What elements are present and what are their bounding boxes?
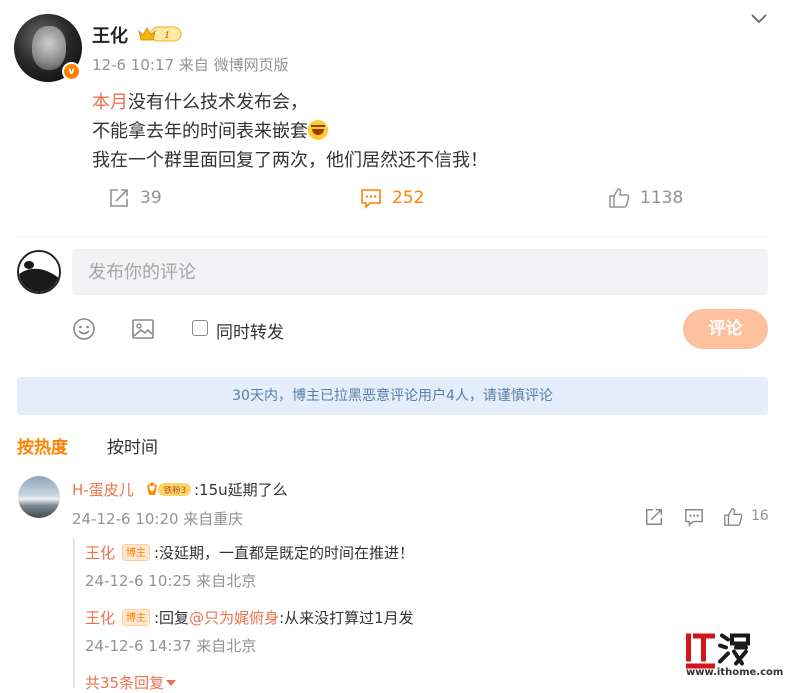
post-highlight[interactable]: 本月 xyxy=(92,92,128,113)
repost-icon xyxy=(110,189,128,207)
svg-text:铁粉3: 铁粉3 xyxy=(164,485,186,496)
current-user-avatar[interactable] xyxy=(17,250,61,294)
repost-checkbox-label[interactable]: 同时转发 xyxy=(216,318,284,343)
comment-button[interactable]: 252 xyxy=(360,186,424,210)
chevron-down-icon[interactable] xyxy=(750,12,768,26)
like-count: 1138 xyxy=(640,188,684,208)
post-meta: 12-6 10:17 来自 微博网页版 xyxy=(92,56,289,74)
comment-input[interactable] xyxy=(72,249,768,295)
reply-meta: 24-12-6 10:25 来自北京 xyxy=(85,572,257,590)
reply-thread-line xyxy=(73,538,75,688)
host-badge: 博主 xyxy=(122,609,150,626)
reply-text: :回复@只为娓俯身:从来没打算过1月发 xyxy=(154,607,414,628)
comment-meta: 24-12-6 10:20 来自重庆 xyxy=(72,510,244,528)
fan-badge-icon[interactable]: 铁粉3 xyxy=(146,480,192,498)
reply-text: :没延期，一直都是既定的时间在推进！ xyxy=(154,544,415,562)
caret-down-icon xyxy=(166,680,177,686)
tab-sort-hot[interactable]: 按热度 xyxy=(17,433,68,458)
reply-meta: 24-12-6 14:37 来自北京 xyxy=(85,637,257,655)
vip-crown-badge-icon[interactable]: 1 xyxy=(137,24,183,43)
post-line-1: 没有什么技术发布会， xyxy=(128,92,308,113)
repost-checkbox[interactable] xyxy=(192,320,208,336)
mention-link[interactable]: @只为娓俯身 xyxy=(189,609,279,627)
more-replies-link[interactable]: 共35条回复 xyxy=(85,672,177,693)
svg-text:1: 1 xyxy=(165,30,170,41)
comment-count: 252 xyxy=(392,188,425,208)
comment-repost-icon[interactable] xyxy=(644,507,664,527)
tab-sort-time[interactable]: 按时间 xyxy=(107,433,158,458)
submit-comment-button[interactable]: 评论 xyxy=(683,309,768,349)
post-line-3: 我在一个群里面回复了两次，他们居然还不信我！ xyxy=(92,150,488,171)
like-button[interactable]: 1138 xyxy=(608,186,683,210)
repost-button[interactable]: 39 xyxy=(108,186,162,210)
block-notice: 30天内，博主已拉黑恶意评论用户4人，请谨慎评论 xyxy=(17,377,768,415)
host-badge: 博主 xyxy=(122,544,150,561)
watermark-url: www.ithome.com xyxy=(686,667,784,678)
comment-reply-icon[interactable] xyxy=(684,507,704,527)
comment-like-icon[interactable] xyxy=(723,507,743,527)
post-body: 本月没有什么技术发布会， 不能拿去年的时间表来嵌套 我在一个群里面回复了两次，他… xyxy=(92,88,488,175)
divider xyxy=(14,236,768,237)
repost-count: 39 xyxy=(140,188,162,208)
emoji-icon[interactable] xyxy=(72,317,96,341)
comment-like-count: 16 xyxy=(751,508,769,524)
laugh-emoji-icon xyxy=(308,120,328,140)
comment-text: :15u延期了么 xyxy=(194,481,288,499)
reply-suffix: :从来没打算过1月发 xyxy=(279,609,414,627)
commenter-avatar[interactable] xyxy=(18,476,60,518)
reply-author-name[interactable]: 王化 xyxy=(85,542,115,563)
verified-badge-icon: v xyxy=(62,62,81,81)
image-icon[interactable] xyxy=(131,317,155,341)
author-name[interactable]: 王化 xyxy=(92,22,128,48)
thumbs-up-icon xyxy=(609,188,630,208)
commenter-name[interactable]: H-蛋皮儿 xyxy=(72,479,134,500)
comment-icon xyxy=(361,189,381,209)
more-replies-label: 共35条回复 xyxy=(85,674,165,692)
reply-prefix: :回复 xyxy=(154,609,190,627)
post-line-2: 不能拿去年的时间表来嵌套 xyxy=(92,121,308,142)
reply-author-name[interactable]: 王化 xyxy=(85,607,115,628)
